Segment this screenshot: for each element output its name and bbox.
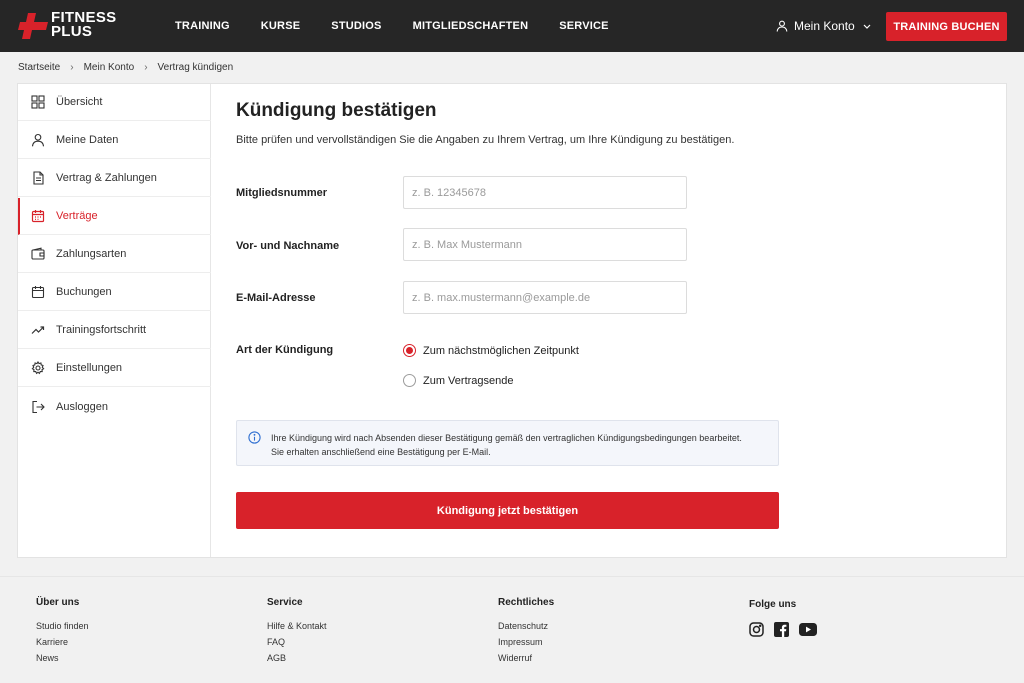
nav-service[interactable]: SERVICE [559,20,609,32]
sidebar-item-label: Zahlungsarten [56,248,127,260]
radio-earliest-date[interactable]: Zum nächstmöglichen Zeitpunkt [403,344,579,357]
email-input[interactable] [403,281,687,314]
footer-social: Folge uns [749,599,827,637]
main-nav: TRAINING KURSE STUDIOS MITGLIEDSCHAFTEN … [175,0,640,52]
footer-column-legal: Rechtliches Datenschutz Impressum Widerr… [498,597,554,669]
sidebar-item-contract-payments[interactable]: Vertrag & Zahlungen [18,160,211,197]
youtube-icon[interactable] [799,623,817,636]
account-label: Mein Konto [794,19,855,33]
calendar-icon [31,209,45,223]
footer-link-withdrawal[interactable]: Widerruf [498,653,554,663]
sidebar-item-contracts[interactable]: Verträge [18,198,211,235]
breadcrumb: Startseite › Mein Konto › Vertrag kündig… [18,60,233,74]
footer-link-privacy[interactable]: Datenschutz [498,621,554,631]
radio-selected-indicator [403,344,416,357]
page-title: Kündigung bestätigen [236,100,437,121]
footer-heading: Service [267,597,303,608]
user-icon [31,133,45,147]
account-card: Übersicht Meine Daten Vertrag & Zahlunge… [17,83,1007,558]
footer-link-faq[interactable]: FAQ [267,637,327,647]
nav-training[interactable]: TRAINING [175,20,230,32]
facebook-icon[interactable] [774,622,789,637]
sidebar-item-label: Ausloggen [56,400,108,413]
footer-heading: Folge uns [749,599,797,610]
breadcrumb-home[interactable]: Startseite [18,62,60,73]
termination-type-label: Art der Kündigung [236,344,334,356]
footer-heading: Rechtliches [498,597,555,608]
sidebar-item-label: Vertrag & Zahlungen [56,172,157,184]
radio-unselected-indicator [403,374,416,387]
calendar-icon [31,285,45,299]
sidebar-item-label: Einstellungen [56,362,123,374]
sidebar-item-label: Buchungen [56,286,112,298]
sidebar-item-payment-methods[interactable]: Zahlungsarten [18,236,211,273]
sidebar-item-label: Trainingsfortschritt [56,324,147,336]
info-icon [248,431,261,444]
user-icon [776,20,788,32]
account-sidebar: Übersicht Meine Daten Vertrag & Zahlunge… [18,84,211,557]
top-navigation-bar: FITNESS PLUS TRAINING KURSE STUDIOS MITG… [0,0,1024,52]
sidebar-item-label: Meine Daten [56,134,119,146]
social-icons [749,622,827,637]
document-icon [31,171,45,185]
sidebar-item-overview[interactable]: Übersicht [18,84,211,121]
radio-label: Zum Vertragsende [423,374,514,387]
info-text: Ihre Kündigung wird nach Absenden dieser… [271,431,742,459]
radio-contract-end[interactable]: Zum Vertragsende [403,374,514,387]
footer-link-find-studio[interactable]: Studio finden [36,621,89,631]
footer-link-news[interactable]: News [36,653,89,663]
footer-link-terms[interactable]: AGB [267,653,327,663]
breadcrumb-account[interactable]: Mein Konto [84,62,135,73]
info-line-1: Ihre Kündigung wird nach Absenden dieser… [271,433,742,443]
sidebar-item-logout[interactable]: Ausloggen [18,388,211,425]
logout-icon [31,400,45,414]
nav-studios[interactable]: STUDIOS [331,20,381,32]
footer-link-careers[interactable]: Karriere [36,637,89,647]
footer-column-service: Service Hilfe & Kontakt FAQ AGB [267,597,327,669]
breadcrumb-separator-icon: › [144,61,148,73]
confirm-cancellation-button[interactable]: Kündigung jetzt bestätigen [236,492,779,529]
book-training-button[interactable]: TRAINING BUCHEN [886,12,1007,41]
wallet-icon [31,247,45,261]
nav-mitgliedschaften[interactable]: MITGLIEDSCHAFTEN [413,20,529,32]
sidebar-item-label: Übersicht [56,96,103,108]
sidebar-item-bookings[interactable]: Buchungen [18,274,211,311]
cross-logo-icon [18,13,48,39]
radio-label: Zum nächstmöglichen Zeitpunkt [423,344,579,357]
footer-column-about: Über uns Studio finden Karriere News [36,597,89,669]
chevron-down-icon [863,24,871,29]
footer-link-help[interactable]: Hilfe & Kontakt [267,621,327,631]
sidebar-item-settings[interactable]: Einstellungen [18,350,211,387]
info-line-2: Sie erhalten anschließend eine Bestätigu… [271,447,491,457]
info-box: Ihre Kündigung wird nach Absenden dieser… [236,420,779,466]
account-menu[interactable]: Mein Konto [776,0,871,52]
breadcrumb-separator-icon: › [70,61,74,73]
full-name-input[interactable] [403,228,687,261]
email-label: E-Mail-Adresse [236,292,316,304]
instagram-icon[interactable] [749,622,764,637]
nav-kurse[interactable]: KURSE [261,20,301,32]
brand-logo[interactable]: FITNESS PLUS [18,10,128,41]
member-number-input[interactable] [403,176,687,209]
footer-heading: Über uns [36,597,80,608]
grid-icon [31,95,45,109]
member-number-label: Mitgliedsnummer [236,187,328,199]
sidebar-item-label: Verträge [56,210,98,222]
brand-wordmark: FITNESS PLUS [51,10,116,40]
sidebar-item-personal-data[interactable]: Meine Daten [18,122,211,159]
full-name-label: Vor- und Nachname [236,240,340,252]
gear-icon [31,361,45,375]
brand-line-2: PLUS [51,23,93,40]
sidebar-item-training-progress[interactable]: Trainingsfortschritt [18,312,211,349]
breadcrumb-current: Vertrag kündigen [157,61,234,73]
page-footer: Über uns Studio finden Karriere News Ser… [0,576,1024,683]
page-subtitle: Bitte prüfen und vervollständigen Sie di… [236,134,735,146]
trend-icon [31,323,45,337]
footer-link-imprint[interactable]: Impressum [498,637,554,647]
